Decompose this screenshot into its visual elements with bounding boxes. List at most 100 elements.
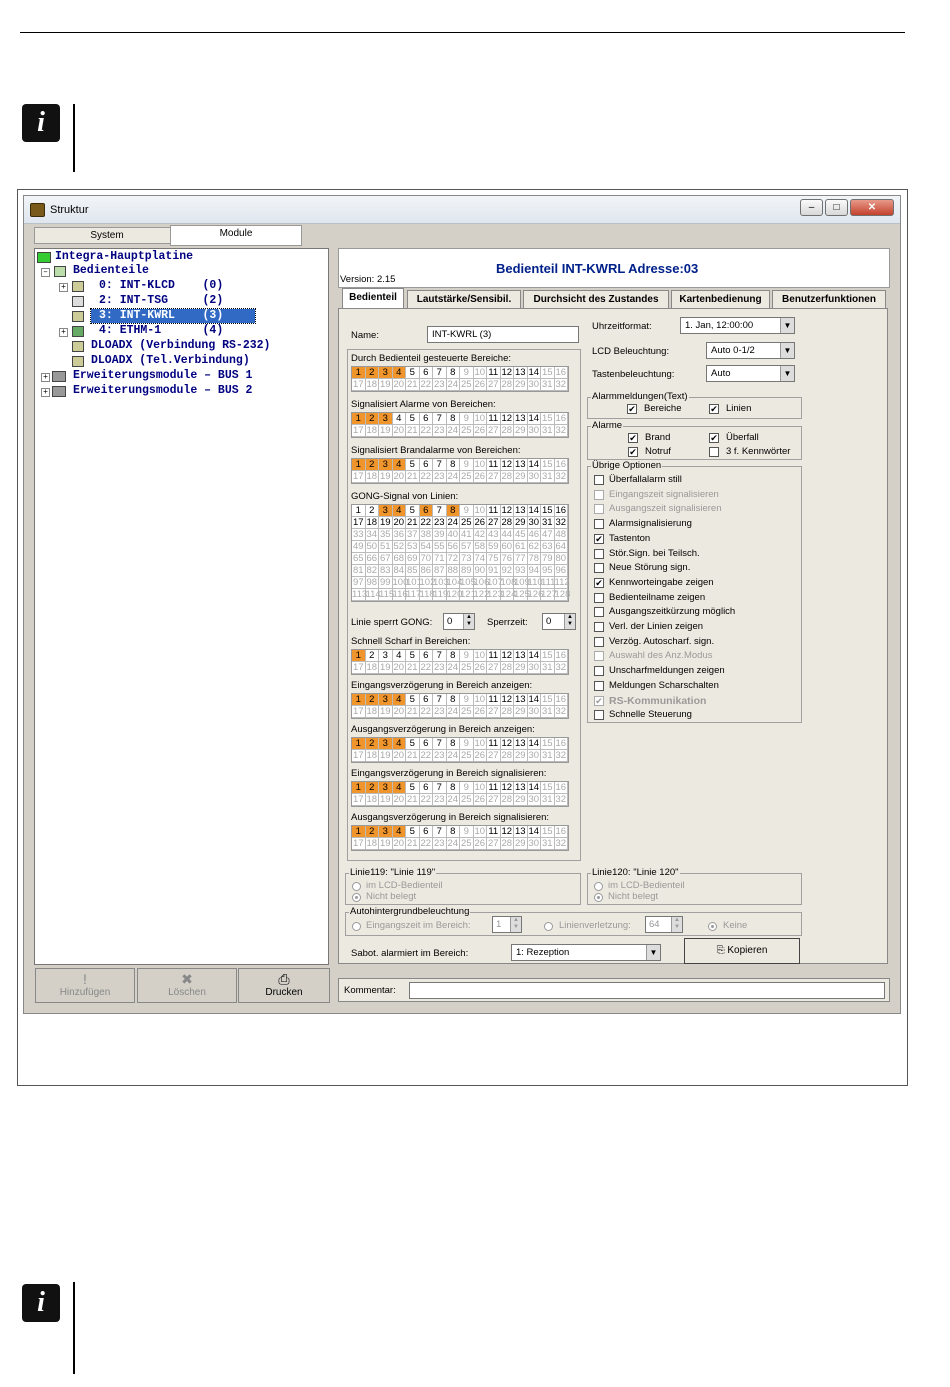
area-cell-29[interactable]: 29	[514, 517, 528, 529]
tree-root[interactable]: Integra-Hauptplatine	[55, 250, 193, 264]
area-cell-11[interactable]: 11	[487, 459, 501, 471]
area-cell-86[interactable]: 86	[419, 565, 433, 577]
area-cell-51[interactable]: 51	[379, 541, 393, 553]
area-cell-103[interactable]: 103	[433, 577, 449, 589]
area-cell-87[interactable]: 87	[433, 565, 447, 577]
area-cell-22[interactable]: 22	[419, 794, 433, 806]
lcd-select[interactable]: Auto 0-1/2 ▼	[706, 342, 795, 359]
area-cell-5[interactable]: 5	[406, 505, 420, 517]
area-cell-22[interactable]: 22	[419, 662, 433, 674]
area-cell-13[interactable]: 13	[514, 826, 528, 838]
area-cell-5[interactable]: 5	[406, 782, 420, 794]
area-cell-64[interactable]: 64	[554, 541, 568, 553]
area-cell-106[interactable]: 106	[473, 577, 489, 589]
option-checkbox[interactable]	[594, 666, 604, 677]
area-cell-20[interactable]: 20	[392, 706, 406, 718]
area-cell-8[interactable]: 8	[446, 826, 460, 838]
area-cell-24[interactable]: 24	[446, 425, 460, 437]
area-cell-83[interactable]: 83	[379, 565, 393, 577]
area-cell-29[interactable]: 29	[514, 379, 528, 391]
area-cell-27[interactable]: 27	[487, 706, 501, 718]
maximize-button[interactable]: □	[825, 199, 848, 216]
area-cell-14[interactable]: 14	[527, 459, 541, 471]
area-cell-14[interactable]: 14	[527, 826, 541, 838]
area-cell-31[interactable]: 31	[541, 838, 555, 850]
area-cell-23[interactable]: 23	[433, 794, 447, 806]
area-cell-30[interactable]: 30	[527, 425, 541, 437]
area-cell-23[interactable]: 23	[433, 379, 447, 391]
area-cell-7[interactable]: 7	[433, 826, 447, 838]
tree-dloadx-rs232[interactable]: DLOADX (Verbindung RS-232)	[91, 339, 270, 353]
area-cell-99[interactable]: 99	[379, 577, 393, 589]
area-cell-18[interactable]: 18	[365, 517, 379, 529]
area-cell-28[interactable]: 28	[500, 662, 514, 674]
area-cell-46[interactable]: 46	[527, 529, 541, 541]
area-cell-108[interactable]: 108	[500, 577, 516, 589]
area-cell-31[interactable]: 31	[541, 706, 555, 718]
subtab-lautstaerke[interactable]: Lautstärke/Sensibil.	[407, 290, 521, 309]
area-cell-110[interactable]: 110	[527, 577, 543, 589]
area-cell-13[interactable]: 13	[514, 459, 528, 471]
area-cell-28[interactable]: 28	[500, 517, 514, 529]
area-cell-29[interactable]: 29	[514, 662, 528, 674]
area-cell-85[interactable]: 85	[406, 565, 420, 577]
area-cell-14[interactable]: 14	[527, 694, 541, 706]
area-cell-16[interactable]: 16	[554, 505, 568, 517]
area-cell-6[interactable]: 6	[419, 694, 433, 706]
subtab-durchsicht[interactable]: Durchsicht des Zustandes	[523, 290, 669, 309]
area-cell-8[interactable]: 8	[446, 413, 460, 425]
area-cell-29[interactable]: 29	[514, 706, 528, 718]
area-cell-6[interactable]: 6	[419, 459, 433, 471]
area-cell-17[interactable]: 17	[352, 662, 366, 674]
area-cell-32[interactable]: 32	[554, 838, 568, 850]
area-cell-52[interactable]: 52	[392, 541, 406, 553]
area-cell-117[interactable]: 117	[406, 589, 421, 601]
area-cell-1[interactable]: 1	[352, 505, 366, 517]
area-cell-30[interactable]: 30	[527, 517, 541, 529]
area-cell-18[interactable]: 18	[365, 750, 379, 762]
area-cell-5[interactable]: 5	[406, 367, 420, 379]
area-cell-31[interactable]: 31	[541, 471, 555, 483]
area-cell-28[interactable]: 28	[500, 838, 514, 850]
area-cell-13[interactable]: 13	[514, 738, 528, 750]
area-cell-31[interactable]: 31	[541, 662, 555, 674]
area-cell-66[interactable]: 66	[365, 553, 379, 565]
area-cell-41[interactable]: 41	[460, 529, 474, 541]
area-cell-55[interactable]: 55	[433, 541, 447, 553]
area-cell-15[interactable]: 15	[541, 650, 555, 662]
area-cell-32[interactable]: 32	[554, 794, 568, 806]
tree-bedienteile[interactable]: Bedienteile	[73, 264, 149, 278]
area-cell-122[interactable]: 122	[473, 589, 489, 601]
area-cell-56[interactable]: 56	[446, 541, 460, 553]
area-cell-44[interactable]: 44	[500, 529, 514, 541]
tab-module[interactable]: Module	[170, 225, 302, 246]
area-cell-11[interactable]: 11	[487, 782, 501, 794]
area-cell-10[interactable]: 10	[473, 413, 487, 425]
area-cell-35[interactable]: 35	[379, 529, 393, 541]
area-cell-11[interactable]: 11	[487, 738, 501, 750]
area-cell-23[interactable]: 23	[433, 662, 447, 674]
subtab-bedienteil[interactable]: Bedienteil	[342, 288, 404, 309]
area-cell-42[interactable]: 42	[473, 529, 487, 541]
area-cell-18[interactable]: 18	[365, 379, 379, 391]
area-cell-12[interactable]: 12	[500, 459, 514, 471]
area-cell-5[interactable]: 5	[406, 459, 420, 471]
sabot-select[interactable]: 1: Rezeption ▼	[511, 944, 661, 961]
linienverletzung-spinner[interactable]: 64 ▲ ▼	[645, 916, 683, 933]
area-cell-32[interactable]: 32	[554, 471, 568, 483]
option-checkbox[interactable]	[594, 710, 604, 721]
area-cell-80[interactable]: 80	[554, 553, 568, 565]
area-cell-8[interactable]: 8	[446, 782, 460, 794]
option-checkbox[interactable]	[594, 475, 604, 485]
eingangszeit-radio[interactable]	[352, 922, 361, 931]
area-cell-4[interactable]: 4	[392, 694, 406, 706]
area-cell-33[interactable]: 33	[352, 529, 366, 541]
area-cell-27[interactable]: 27	[487, 794, 501, 806]
area-cell-24[interactable]: 24	[446, 838, 460, 850]
area-cell-22[interactable]: 22	[419, 471, 433, 483]
kennwoerter-checkbox[interactable]	[709, 447, 719, 457]
area-cell-26[interactable]: 26	[473, 425, 487, 437]
area-cell-13[interactable]: 13	[514, 650, 528, 662]
keine-radio[interactable]	[708, 922, 717, 931]
area-cell-30[interactable]: 30	[527, 662, 541, 674]
